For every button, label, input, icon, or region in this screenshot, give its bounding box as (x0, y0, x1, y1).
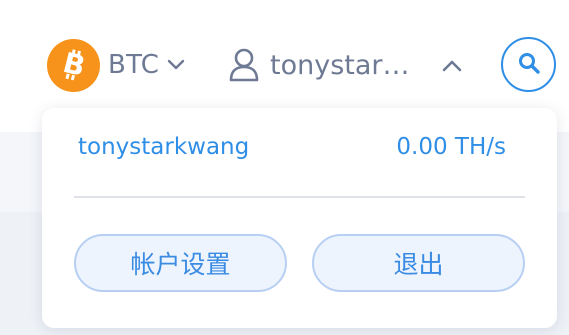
account-username: tonystarkwang (78, 134, 250, 160)
chevron-up-icon (442, 59, 462, 72)
bitcoin-icon: B (47, 38, 100, 92)
user-display-name: tonystark… (270, 49, 420, 81)
user-icon (228, 47, 260, 83)
coin-selector[interactable]: B BTC (47, 38, 185, 92)
chevron-down-icon (167, 59, 185, 71)
account-hashrate: 0.00 TH/s (396, 134, 506, 160)
user-dropdown-menu: tonystarkwang 0.00 TH/s 帐户设置 退出 (42, 108, 557, 328)
account-settings-button[interactable]: 帐户设置 (74, 234, 287, 292)
logout-button[interactable]: 退出 (312, 234, 525, 292)
search-button[interactable] (501, 37, 556, 92)
coin-label: BTC (108, 50, 160, 80)
search-icon (517, 51, 541, 79)
divider (74, 196, 525, 198)
user-menu-toggle[interactable]: tonystark… (228, 45, 462, 85)
